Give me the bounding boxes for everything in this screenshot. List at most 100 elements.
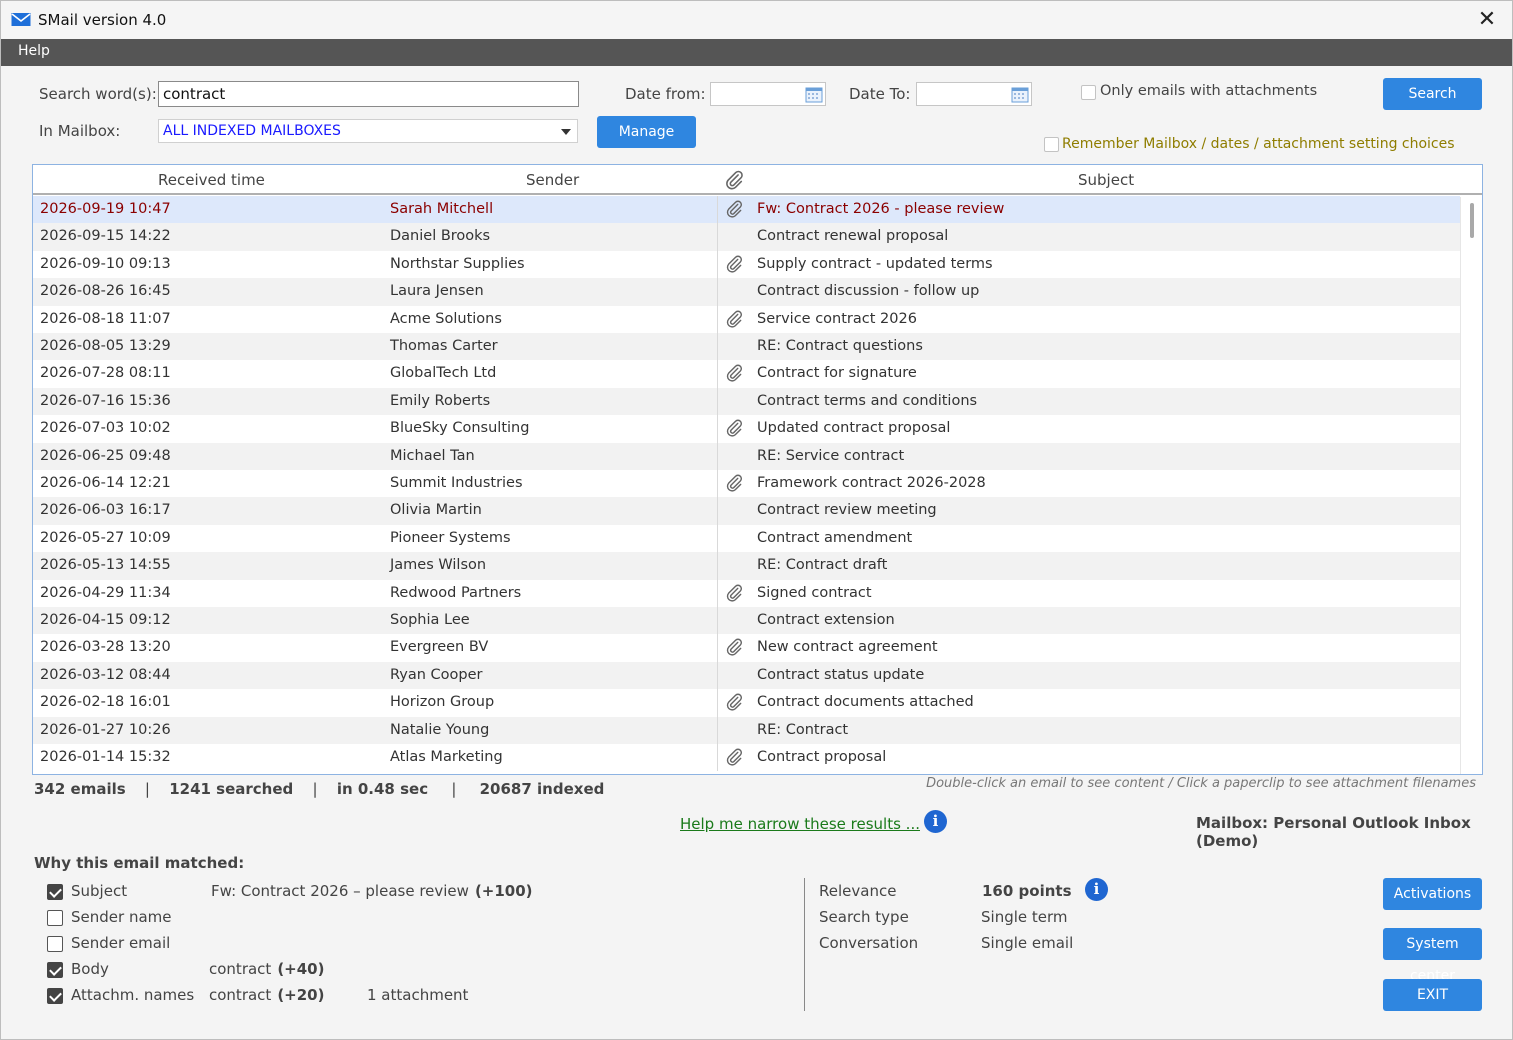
status-indexed: 20687 indexed [479,780,605,798]
table-row[interactable]: 2026-07-28 08:11 GlobalTech Ltd Contract f… [33,360,1460,388]
row-received-time: 2026-07-16 15:36 [40,392,171,409]
row-received-time: 2026-04-15 09:12 [40,612,171,628]
paperclip-icon[interactable] [724,254,744,274]
search-input[interactable] [158,81,579,107]
scrollbar[interactable] [1460,197,1482,774]
row-received-time: 2026-05-27 10:09 [40,529,171,546]
paperclip-icon[interactable] [724,473,744,493]
row-sender: BlueSky Consulting [390,420,530,437]
table-row[interactable]: 2026-06-25 09:48 Michael Tan RE: Service c… [33,442,1460,470]
row-sender: Daniel Brooks [390,228,491,245]
row-received-time: 2026-02-18 16:01 [40,694,171,711]
table-row[interactable]: 2026-05-27 10:09 Pioneer Systems Contract … [33,524,1460,553]
results-table: Received time Sender Subject 2026-09-19 … [32,164,1483,775]
paperclip-icon[interactable] [724,363,744,383]
search-button[interactable]: Search [1383,78,1482,110]
paperclip-icon[interactable] [724,692,744,712]
paperclip-icon[interactable] [724,637,744,657]
paperclip-icon[interactable] [724,199,744,219]
table-row[interactable]: 2026-04-29 11:34 Redwood Partners Signed c… [33,579,1460,607]
match-score: (+100) [474,882,533,900]
attachments-only-checkbox[interactable] [1081,85,1096,100]
match-detail-group: contract (+20) [209,986,324,1004]
column-divider [717,387,718,416]
row-sender: Sarah Mitchell [390,201,494,217]
table-row[interactable]: 2026-06-03 16:17 Olivia Martin Contract re… [33,497,1460,525]
divider [804,878,805,1011]
table-row[interactable]: 2026-06-14 12:21 Summit Industries Framewo… [33,470,1460,498]
header-subject[interactable]: Subject [1078,171,1134,189]
table-row[interactable]: 2026-05-13 14:55 James Wilson RE: Contract… [33,552,1460,580]
table-hint: Double-click an email to see content / C… [926,776,1476,791]
date-to-input[interactable] [916,82,1032,106]
exit-button[interactable]: EXIT [1383,979,1482,1011]
row-sender: Ryan Cooper [390,666,483,683]
row-sender: Northstar Supplies [390,255,525,272]
header-sender[interactable]: Sender [526,171,579,189]
calendar-icon[interactable] [1011,86,1029,103]
paperclip-icon[interactable] [724,747,744,767]
column-divider [717,579,718,607]
window-title: SMail version 4.0 [38,11,167,29]
table-row[interactable]: 2026-07-03 10:02 BlueSky Consulting Update… [33,415,1460,443]
search-words-label: Search word(s): [39,85,157,103]
row-sender: James Wilson [390,557,487,574]
table-row[interactable]: 2026-07-16 15:36 Emily Roberts Contract te… [33,387,1460,416]
match-score: (+40) [277,960,325,978]
row-subject: New contract agreement [757,639,938,656]
mailbox-select[interactable]: ALL INDEXED MAILBOXES [158,119,578,143]
manage-button[interactable]: Manage [597,116,696,148]
match-checkbox [47,910,63,926]
date-from-input[interactable] [710,82,826,106]
column-divider [717,497,718,525]
row-subject: Fw: Contract 2026 - please review [757,201,1005,217]
info-icon[interactable]: i [1085,878,1108,901]
column-divider [717,305,718,333]
row-received-time: 2026-03-28 13:20 [40,639,171,656]
search-type-value: Single term [981,908,1068,926]
column-divider [717,223,718,251]
row-subject: Contract terms and conditions [757,392,978,409]
paperclip-icon[interactable] [723,169,745,191]
help-narrow-link[interactable]: Help me narrow these results ... [680,815,920,833]
info-icon[interactable]: i [924,810,947,833]
paperclip-icon[interactable] [724,583,744,603]
table-row[interactable]: 2026-01-14 15:32 Atlas Marketing Contract … [33,744,1460,772]
status-time: in 0.48 sec [336,780,429,798]
calendar-icon[interactable] [805,86,823,103]
header-received-time[interactable]: Received time [158,171,265,189]
row-sender: Sophia Lee [390,612,470,628]
table-row[interactable]: 2026-08-26 16:45 Laura Jensen Contract dis… [33,278,1460,306]
system-center-button[interactable]: System center [1383,928,1482,984]
dropdown-arrow-icon[interactable] [561,129,571,135]
match-field-label: Subject [71,882,128,900]
paperclip-icon[interactable] [724,418,744,438]
match-checkbox [47,962,63,978]
match-field-label: Attachm. names [71,986,195,1004]
table-row[interactable]: 2026-08-05 13:29 Thomas Carter RE: Contrac… [33,333,1460,361]
row-subject: Contract discussion - follow up [757,283,980,300]
paperclip-icon[interactable] [724,309,744,329]
table-row[interactable]: 2026-03-28 13:20 Evergreen BV New contract… [33,634,1460,662]
table-row[interactable]: 2026-04-15 09:12 Sophia Lee Contract exten… [33,607,1460,635]
table-row[interactable]: 2026-01-27 10:26 Natalie Young RE: Contrac… [33,716,1460,744]
row-received-time: 2026-07-03 10:02 [40,420,171,437]
row-subject: Updated contract proposal [757,420,951,437]
table-row[interactable]: 2026-09-19 10:47 Sarah Mitchell Fw: Contra… [33,196,1460,224]
row-received-time: 2026-01-14 15:32 [40,749,171,765]
row-received-time: 2026-06-03 16:17 [40,502,171,519]
column-divider [717,552,718,580]
table-row[interactable]: 2026-08-18 11:07 Acme Solutions Service co… [33,305,1460,333]
table-row[interactable]: 2026-09-15 14:22 Daniel Brooks Contract re… [33,223,1460,251]
row-subject: Service contract 2026 [757,310,917,327]
table-row[interactable]: 2026-02-18 16:01 Horizon Group Contract do… [33,689,1460,717]
menu-help[interactable]: Help [18,43,50,59]
remember-checkbox[interactable] [1044,137,1059,152]
row-received-time: 2026-06-25 09:48 [40,447,171,464]
close-icon[interactable]: ✕ [1474,7,1500,33]
table-row[interactable]: 2026-09-10 09:13 Northstar Supplies Supply… [33,250,1460,279]
activations-button[interactable]: Activations [1383,878,1482,910]
scrollbar-thumb[interactable] [1470,203,1474,238]
table-row[interactable]: 2026-03-12 08:44 Ryan Cooper Contract stat… [33,661,1460,690]
row-received-time: 2026-09-15 14:22 [40,228,171,245]
